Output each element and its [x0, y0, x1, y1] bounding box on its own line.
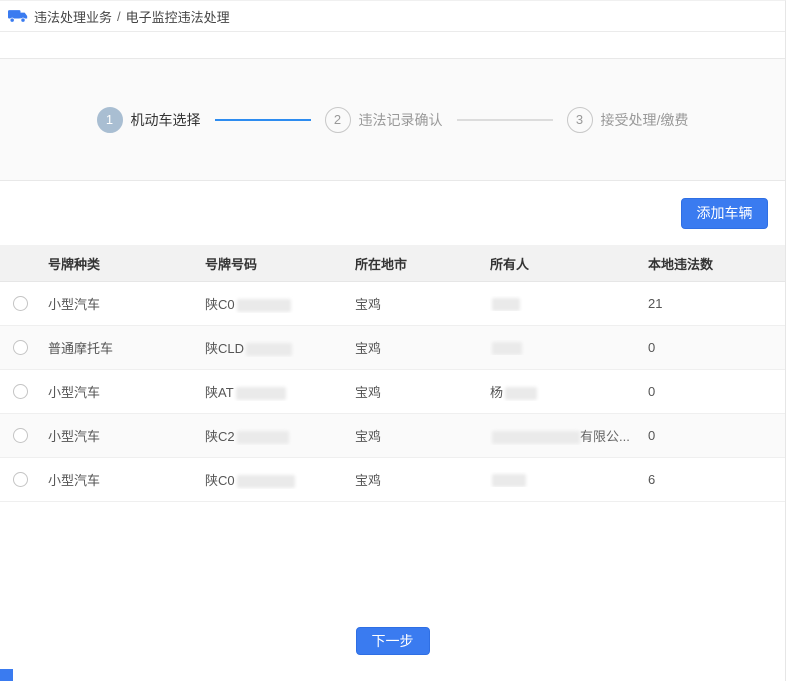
cell-plate-type: 小型汽车 — [48, 470, 205, 489]
toolbar: 添加车辆 — [0, 181, 785, 245]
cell-city: 宝鸡 — [355, 294, 490, 313]
row-5-radio[interactable] — [13, 472, 28, 487]
redacted-text — [492, 474, 526, 487]
redacted-text — [492, 431, 580, 444]
cell-city: 宝鸡 — [355, 382, 490, 401]
redacted-text — [246, 343, 292, 356]
step-connector-1 — [215, 119, 311, 121]
redacted-text — [505, 387, 537, 400]
cell-city: 宝鸡 — [355, 470, 490, 489]
breadcrumb-separator: / — [117, 9, 121, 24]
cell-violations: 0 — [648, 340, 785, 355]
step-connector-2 — [457, 119, 553, 121]
breadcrumb-current-page: 电子监控违法处理 — [126, 7, 230, 26]
header-local-violations: 本地违法数 — [648, 254, 785, 273]
cell-plate-number: 陕AT — [205, 382, 355, 401]
redacted-text — [237, 475, 295, 488]
cell-plate-type: 小型汽车 — [48, 426, 205, 445]
header-plate-type: 号牌种类 — [48, 254, 205, 273]
cell-plate-number: 陕C0 — [205, 470, 355, 489]
redacted-text — [492, 298, 520, 311]
breadcrumb: 违法处理业务 / 电子监控违法处理 — [0, 1, 785, 32]
cell-owner — [490, 296, 648, 311]
stepper: 1 机动车选择 2 违法记录确认 3 接受处理/缴费 — [97, 107, 689, 133]
step-violation-confirm: 2 违法记录确认 — [325, 107, 443, 133]
cell-violations: 6 — [648, 472, 785, 487]
step-2-circle: 2 — [325, 107, 351, 133]
cell-plate-type: 小型汽车 — [48, 382, 205, 401]
next-step-button[interactable]: 下一步 — [356, 627, 430, 655]
table-row[interactable]: 小型汽车 陕AT 宝鸡 杨 0 — [0, 370, 785, 414]
redacted-text — [237, 299, 291, 312]
cell-violations: 0 — [648, 384, 785, 399]
footer-actions: 下一步 — [0, 627, 785, 655]
cell-city: 宝鸡 — [355, 426, 490, 445]
step-1-circle: 1 — [97, 107, 123, 133]
violation-processing-page: 违法处理业务 / 电子监控违法处理 1 机动车选择 2 违法记录确认 3 接受处… — [0, 0, 786, 681]
table-row[interactable]: 普通摩托车 陕CLD 宝鸡 0 — [0, 326, 785, 370]
step-vehicle-select: 1 机动车选择 — [97, 107, 201, 133]
cell-plate-number: 陕C2 — [205, 426, 355, 445]
row-2-radio[interactable] — [13, 340, 28, 355]
step-1-label: 机动车选择 — [131, 110, 201, 130]
cell-owner: 杨 — [490, 382, 648, 401]
table-row[interactable]: 小型汽车 陕C2 宝鸡 有限公... 0 — [0, 414, 785, 458]
redacted-text — [236, 387, 286, 400]
step-3-circle: 3 — [567, 107, 593, 133]
add-vehicle-button[interactable]: 添加车辆 — [681, 198, 768, 229]
breadcrumb-section[interactable]: 违法处理业务 — [34, 7, 112, 26]
row-1-radio[interactable] — [13, 296, 28, 311]
header-city: 所在地市 — [355, 254, 490, 273]
step-3-label: 接受处理/缴费 — [601, 110, 689, 130]
header-owner: 所有人 — [490, 254, 648, 273]
redacted-text — [237, 431, 289, 444]
cell-owner — [490, 340, 648, 355]
stepper-panel: 1 机动车选择 2 违法记录确认 3 接受处理/缴费 — [0, 58, 785, 181]
cell-plate-type: 普通摩托车 — [48, 338, 205, 357]
row-3-radio[interactable] — [13, 384, 28, 399]
cell-plate-number: 陕CLD — [205, 338, 355, 357]
cell-plate-number: 陕C0 — [205, 294, 355, 313]
table-row[interactable]: 小型汽车 陕C0 宝鸡 21 — [0, 282, 785, 326]
cell-owner — [490, 472, 648, 487]
vehicle-table: 号牌种类 号牌号码 所在地市 所有人 本地违法数 小型汽车 陕C0 宝鸡 21 … — [0, 245, 785, 502]
cell-owner: 有限公... — [490, 426, 648, 445]
table-header-row: 号牌种类 号牌号码 所在地市 所有人 本地违法数 — [0, 245, 785, 282]
vehicle-truck-icon — [8, 8, 28, 24]
corner-widget[interactable] — [0, 669, 13, 681]
header-plate-number: 号牌号码 — [205, 254, 355, 273]
step-2-label: 违法记录确认 — [359, 110, 443, 130]
row-4-radio[interactable] — [13, 428, 28, 443]
redacted-text — [492, 342, 522, 355]
cell-city: 宝鸡 — [355, 338, 490, 357]
cell-violations: 21 — [648, 296, 785, 311]
cell-violations: 0 — [648, 428, 785, 443]
table-row[interactable]: 小型汽车 陕C0 宝鸡 6 — [0, 458, 785, 502]
cell-plate-type: 小型汽车 — [48, 294, 205, 313]
step-accept-payment: 3 接受处理/缴费 — [567, 107, 689, 133]
